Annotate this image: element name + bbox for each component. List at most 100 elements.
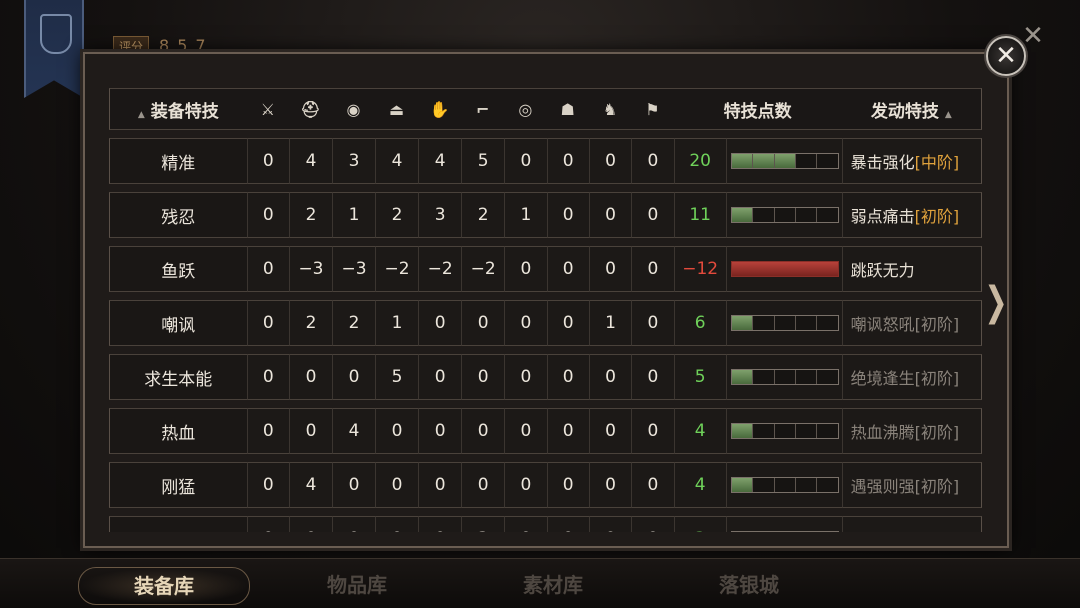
slot-value: 5 bbox=[375, 354, 419, 400]
slot-value: 0 bbox=[246, 354, 289, 400]
points-progress-bar bbox=[725, 300, 842, 346]
crest-icon bbox=[40, 14, 72, 54]
active-skill-name: 跳跃无力 bbox=[850, 261, 915, 280]
slot-value: 0 bbox=[461, 462, 505, 508]
slot-value: 0 bbox=[246, 138, 289, 184]
active-skill-tier: [初阶] bbox=[914, 423, 960, 442]
table-row[interactable]: 嘲讽 0 2 2 1 0 0 0 0 1 0 6 嘲讽怒吼[初阶] bbox=[109, 300, 982, 346]
table-row[interactable]: 残忍 0 2 1 2 3 2 1 0 0 0 11 弱点痛击[初阶] bbox=[109, 192, 982, 238]
table-row[interactable]: 鱼跃 0 −3 −3 −2 −2 −2 0 0 0 0 −12 跳跃无力 bbox=[109, 246, 982, 292]
skill-points: 5 bbox=[673, 354, 726, 400]
slot-value: 0 bbox=[504, 300, 547, 346]
slot-value: 4 bbox=[375, 138, 419, 184]
slot-value: 0 bbox=[418, 516, 462, 532]
slot-value: 4 bbox=[288, 138, 332, 184]
glove-icon: ✋ bbox=[418, 88, 462, 130]
active-skill-name: 热血沸腾 bbox=[850, 423, 915, 442]
active-skill[interactable]: 嘲讽怒吼[初阶] bbox=[841, 300, 982, 346]
slot-value: −2 bbox=[461, 246, 505, 292]
active-skill[interactable]: 跳跃无力 bbox=[841, 246, 982, 292]
tab-items[interactable]: 物品库 bbox=[272, 567, 442, 603]
banner-icon: ⚑ bbox=[631, 88, 674, 130]
tab-equipment[interactable]: 装备库 bbox=[78, 567, 250, 605]
slot-value: 0 bbox=[375, 516, 419, 532]
slot-value: 0 bbox=[418, 408, 462, 454]
slot-value: 0 bbox=[588, 138, 632, 184]
active-skill-name: 生命强化 bbox=[851, 531, 915, 532]
slot-value: 0 bbox=[588, 408, 632, 454]
slot-value: 0 bbox=[546, 138, 589, 184]
skill-table-scroll[interactable]: ▲ 装备特技 ⚔ ⛑ ◉ ⏏ ✋ ⌐ ◎ ☗ ♞ ⚑ 特技点数 发动特技 ▲ 精… bbox=[109, 88, 982, 532]
header-active-skill[interactable]: 发动特技 ▲ bbox=[841, 88, 982, 130]
active-skill-name: 嘲讽怒吼 bbox=[850, 315, 915, 334]
slot-value: 1 bbox=[375, 300, 419, 346]
table-row[interactable]: 热血 0 0 4 0 0 0 0 0 0 0 4 热血沸腾[初阶] bbox=[109, 408, 982, 454]
active-skill-tier: [初阶] bbox=[914, 477, 960, 496]
skill-name: 鱼跃 bbox=[109, 246, 247, 292]
slot-value: 0 bbox=[631, 354, 674, 400]
active-skill[interactable]: 热血沸腾[初阶] bbox=[841, 408, 982, 454]
bottom-tab-bar: 装备库 物品库 素材库 落银城 bbox=[0, 558, 1080, 608]
slot-value: 0 bbox=[288, 516, 332, 532]
slot-value: 0 bbox=[246, 192, 289, 238]
slot-value: 1 bbox=[588, 300, 632, 346]
points-progress-bar bbox=[725, 462, 842, 508]
skill-points: 20 bbox=[673, 138, 726, 184]
slot-value: 3 bbox=[461, 516, 505, 532]
skill-name: 热血 bbox=[109, 408, 247, 454]
tab-materials[interactable]: 素材库 bbox=[468, 567, 638, 603]
helmet-icon: ⛑ bbox=[288, 88, 332, 130]
table-row[interactable]: 精准 0 4 3 4 4 5 0 0 0 0 20 暴击强化[中阶] bbox=[109, 138, 982, 184]
slot-value: 0 bbox=[461, 408, 505, 454]
slot-value: 0 bbox=[246, 300, 289, 346]
active-skill-tier: [中阶] bbox=[914, 153, 960, 172]
slot-value: 0 bbox=[332, 354, 376, 400]
slot-value: 0 bbox=[288, 408, 332, 454]
mask-icon: ◉ bbox=[332, 88, 376, 130]
active-skill-tier: [初阶] bbox=[914, 369, 960, 388]
table-row[interactable]: 刚猛 0 4 0 0 0 0 0 0 0 0 4 遇强则强[初阶] bbox=[109, 462, 982, 508]
slot-value: 0 bbox=[546, 516, 589, 532]
skill-name: 体魄 bbox=[109, 516, 247, 532]
next-page-arrow-icon[interactable]: ❯ bbox=[984, 280, 1007, 324]
slot-value: 0 bbox=[546, 246, 589, 292]
table-row[interactable]: 求生本能 0 0 0 5 0 0 0 0 0 0 5 绝境逢生[初阶] bbox=[109, 354, 982, 400]
slot-value: 3 bbox=[418, 192, 462, 238]
table-row[interactable]: 体魄00000300003生命强化[初阶] bbox=[109, 516, 982, 532]
skill-points: −12 bbox=[673, 246, 726, 292]
active-skill[interactable]: 暴击强化[中阶] bbox=[841, 138, 982, 184]
slot-value: 0 bbox=[546, 408, 589, 454]
skill-points: 11 bbox=[673, 192, 726, 238]
active-skill[interactable]: 弱点痛击[初阶] bbox=[841, 192, 982, 238]
header-skill-name[interactable]: ▲ 装备特技 bbox=[109, 88, 247, 130]
active-skill[interactable]: 生命强化[初阶] bbox=[841, 516, 982, 532]
skill-name: 嘲讽 bbox=[109, 300, 247, 346]
slot-value: 0 bbox=[246, 246, 289, 292]
skill-summary-panel: ▲ 装备特技 ⚔ ⛑ ◉ ⏏ ✋ ⌐ ◎ ☗ ♞ ⚑ 特技点数 发动特技 ▲ 精… bbox=[83, 52, 1009, 548]
slot-value: 0 bbox=[246, 408, 289, 454]
active-skill-name: 弱点痛击 bbox=[850, 207, 915, 226]
close-button[interactable]: ✕ bbox=[986, 36, 1026, 76]
amulet-icon: ☗ bbox=[546, 88, 589, 130]
boot-icon: ⌐ bbox=[461, 88, 505, 130]
header-active-skill-label: 发动特技 bbox=[870, 101, 939, 122]
slot-value: 4 bbox=[332, 408, 376, 454]
sort-up-icon: ▲ bbox=[137, 109, 145, 120]
slot-value: 0 bbox=[504, 516, 547, 532]
slot-value: 0 bbox=[631, 138, 674, 184]
slot-value: 0 bbox=[588, 516, 632, 532]
active-skill[interactable]: 遇强则强[初阶] bbox=[841, 462, 982, 508]
slot-value: 0 bbox=[418, 354, 462, 400]
slot-value: 4 bbox=[418, 138, 462, 184]
slot-value: 2 bbox=[375, 192, 419, 238]
slot-value: 0 bbox=[631, 516, 674, 532]
slot-value: 0 bbox=[631, 192, 674, 238]
slot-value: 2 bbox=[288, 192, 332, 238]
skill-name: 刚猛 bbox=[109, 462, 247, 508]
active-skill[interactable]: 绝境逢生[初阶] bbox=[841, 354, 982, 400]
tab-luoyin-city[interactable]: 落银城 bbox=[664, 567, 834, 603]
slot-value: 0 bbox=[375, 408, 419, 454]
slot-value: 0 bbox=[588, 246, 632, 292]
horse-icon: ♞ bbox=[588, 88, 632, 130]
slot-value: 0 bbox=[418, 300, 462, 346]
